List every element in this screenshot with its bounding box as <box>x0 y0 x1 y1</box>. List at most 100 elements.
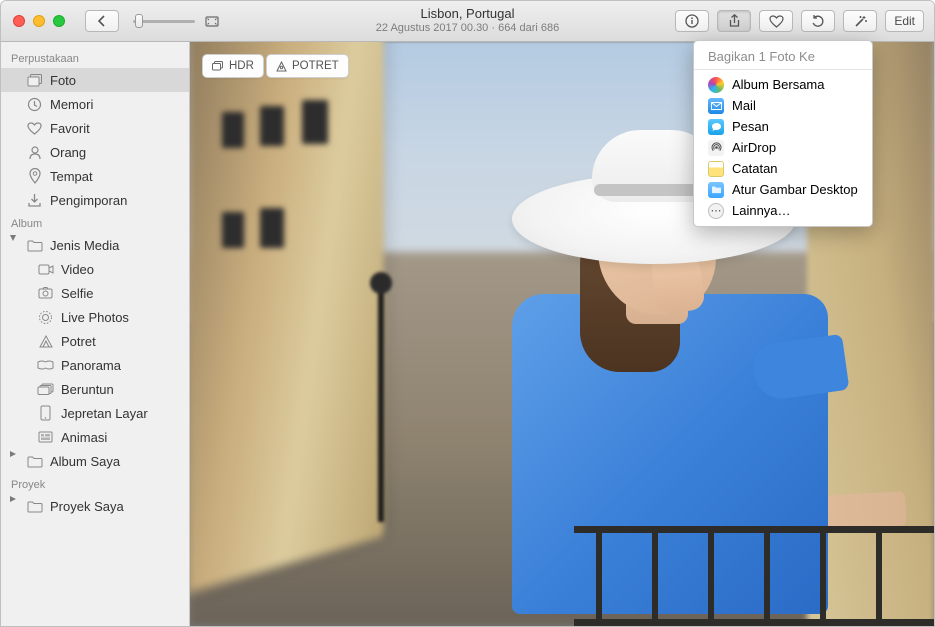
rotate-icon <box>811 14 825 28</box>
share-item-mail[interactable]: Mail <box>694 95 872 116</box>
share-item-airdrop[interactable]: AirDrop <box>694 137 872 158</box>
label: Beruntun <box>61 382 114 397</box>
sidebar-item-favorit[interactable]: Favorit <box>1 116 189 140</box>
label: Lainnya… <box>732 203 791 218</box>
rotate-button[interactable] <box>801 10 835 32</box>
photos-icon <box>26 72 43 89</box>
heart-icon <box>769 15 784 28</box>
disclosure-triangle[interactable] <box>8 449 17 458</box>
titlebar: Lisbon, Portugal 22 Agustus 2017 00.30 ·… <box>1 1 934 42</box>
label: Foto <box>50 73 76 88</box>
label: Proyek Saya <box>50 499 124 514</box>
sidebar-item-panorama[interactable]: Panorama <box>1 353 189 377</box>
label: Album Bersama <box>732 77 824 92</box>
back-button[interactable] <box>85 10 119 32</box>
share-item-messages[interactable]: Pesan <box>694 116 872 137</box>
enhance-button[interactable] <box>843 10 877 32</box>
sidebar-item-tempat[interactable]: Tempat <box>1 164 189 188</box>
sidebar-item-animasi[interactable]: Animasi <box>1 425 189 449</box>
share-button[interactable] <box>717 10 751 32</box>
sidebar-item-orang[interactable]: Orang <box>1 140 189 164</box>
badge-potret: POTRET <box>266 54 349 78</box>
import-icon <box>26 192 43 209</box>
section-album: Album <box>1 212 189 233</box>
section-proyek: Proyek <box>1 473 189 494</box>
label: Album Saya <box>50 454 120 469</box>
label: Animasi <box>61 430 107 445</box>
notes-icon <box>708 161 724 177</box>
info-button[interactable] <box>675 10 709 32</box>
sidebar-item-livephotos[interactable]: Live Photos <box>1 305 189 329</box>
sidebar-item-potret[interactable]: Potret <box>1 329 189 353</box>
label: Atur Gambar Desktop <box>732 182 858 197</box>
info-icon <box>685 14 699 28</box>
folder-desktop-icon <box>708 182 724 198</box>
sidebar-item-album-saya[interactable]: Album Saya <box>1 449 189 473</box>
sidebar-item-selfie[interactable]: Selfie <box>1 281 189 305</box>
label: Potret <box>61 334 96 349</box>
sidebar-item-video[interactable]: Video <box>1 257 189 281</box>
share-item-desktop[interactable]: Atur Gambar Desktop <box>694 179 872 200</box>
share-icon <box>728 14 741 29</box>
video-icon <box>37 261 54 278</box>
sidebar-item-foto[interactable]: Foto <box>1 68 189 92</box>
share-item-shared-album[interactable]: Album Bersama <box>694 74 872 95</box>
label: Panorama <box>61 358 121 373</box>
folder-icon <box>26 453 43 470</box>
hdr-icon <box>212 61 224 71</box>
label: Memori <box>50 97 93 112</box>
more-icon: ⋯ <box>708 203 724 219</box>
shared-album-icon <box>708 77 724 93</box>
magic-wand-icon <box>853 14 868 28</box>
edit-button[interactable]: Edit <box>885 10 924 32</box>
pin-icon <box>26 168 43 185</box>
portrait-badge-icon <box>276 61 287 72</box>
slider-thumb[interactable] <box>135 14 143 28</box>
person-icon <box>26 144 43 161</box>
animated-icon <box>37 429 54 446</box>
burst-icon <box>37 381 54 398</box>
sidebar-item-jenis-media[interactable]: Jenis Media <box>1 233 189 257</box>
share-item-notes[interactable]: Catatan <box>694 158 872 179</box>
zoom-slider[interactable] <box>133 16 219 27</box>
airdrop-icon <box>708 140 724 156</box>
label: Mail <box>732 98 756 113</box>
label: Pengimporan <box>50 193 127 208</box>
panorama-icon <box>37 357 54 374</box>
sidebar-item-beruntun[interactable]: Beruntun <box>1 377 189 401</box>
app-window: Lisbon, Portugal 22 Agustus 2017 00.30 ·… <box>0 0 935 627</box>
close-window-button[interactable] <box>13 15 25 27</box>
fullscreen-window-button[interactable] <box>53 15 65 27</box>
label: Jenis Media <box>50 238 119 253</box>
label: Selfie <box>61 286 94 301</box>
minimize-window-button[interactable] <box>33 15 45 27</box>
share-menu: Bagikan 1 Foto Ke Album Bersama Mail Pes… <box>693 40 873 227</box>
sidebar-item-proyek-saya[interactable]: Proyek Saya <box>1 494 189 518</box>
window-controls <box>13 15 65 27</box>
window-subtitle: 22 Agustus 2017 00.30 · 664 dari 686 <box>376 22 559 36</box>
favorite-button[interactable] <box>759 10 793 32</box>
slider-track <box>133 20 195 23</box>
sidebar-item-pengimporan[interactable]: Pengimporan <box>1 188 189 212</box>
label: Live Photos <box>61 310 129 325</box>
badge-hdr: HDR <box>202 54 264 78</box>
label: Orang <box>50 145 86 160</box>
chevron-left-icon <box>97 15 107 27</box>
sidebar-item-jepretan-layar[interactable]: Jepretan Layar <box>1 401 189 425</box>
label: Tempat <box>50 169 93 184</box>
sidebar-item-memori[interactable]: Memori <box>1 92 189 116</box>
share-item-more[interactable]: ⋯ Lainnya… <box>694 200 872 221</box>
screenshot-icon <box>37 405 54 422</box>
mail-icon <box>708 98 724 114</box>
selfie-icon <box>37 285 54 302</box>
window-title: Lisbon, Portugal <box>376 6 559 22</box>
label: Video <box>61 262 94 277</box>
folder-icon <box>26 498 43 515</box>
title-area: Lisbon, Portugal 22 Agustus 2017 00.30 ·… <box>376 6 559 36</box>
disclosure-triangle[interactable] <box>8 494 17 503</box>
expand-icon[interactable] <box>205 16 219 27</box>
sidebar: Perpustakaan Foto Memori Favorit Orang T… <box>1 42 190 626</box>
disclosure-triangle[interactable] <box>8 233 17 242</box>
label: Jepretan Layar <box>61 406 148 421</box>
label: AirDrop <box>732 140 776 155</box>
